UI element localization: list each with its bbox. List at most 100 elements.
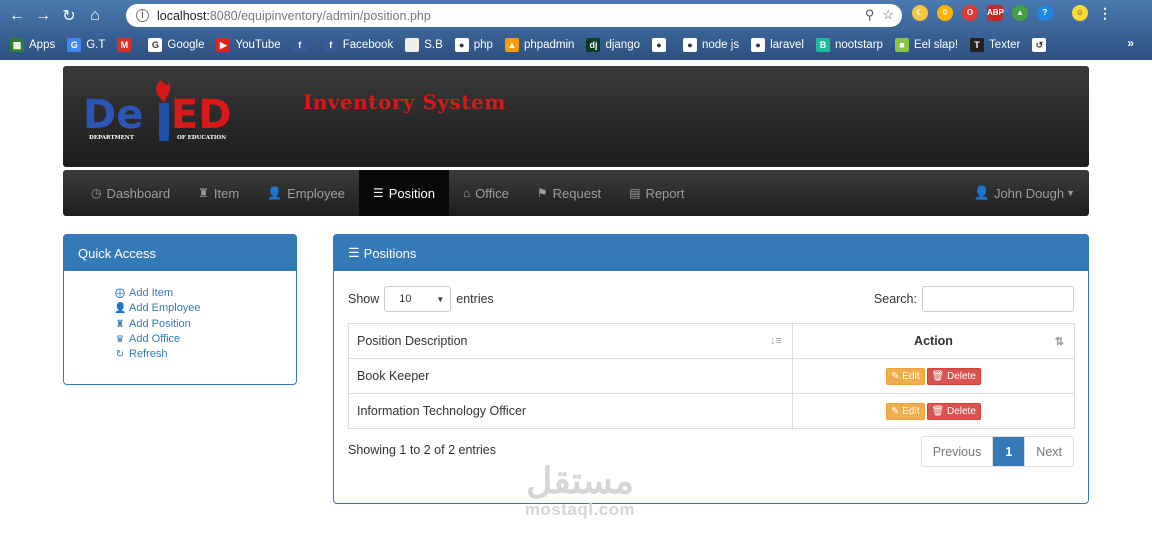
edit-button[interactable]: ✎ Edit	[886, 402, 925, 420]
puzzle-extension-icon[interactable]: ▲	[1012, 5, 1028, 21]
home-icon[interactable]: ⌂	[82, 7, 108, 25]
adblock-extension-icon[interactable]: ABP	[987, 5, 1004, 21]
info-icon[interactable]: i	[136, 9, 149, 22]
nav-item-report[interactable]: ▤ Report	[615, 170, 698, 216]
bookmarks-more-button[interactable]: »	[1127, 36, 1134, 50]
positions-panel: ☰ Positions Show 10 ▼ entries Search: Po…	[333, 234, 1089, 504]
translate-icon: G	[67, 37, 82, 52]
quick-access-add-employee[interactable]: 👤 Add Employee	[114, 301, 296, 316]
quick-access-refresh[interactable]: ↻ Refresh	[114, 347, 296, 362]
pagination: Previous 1 Next	[920, 436, 1074, 467]
menu-icon[interactable]: ⋮	[1097, 5, 1113, 21]
office-icon: ♛	[115, 333, 125, 345]
bookmark-item[interactable]: G G.T	[67, 37, 105, 52]
quick-access-add-item[interactable]: ⨁ Add Item	[114, 286, 296, 301]
forward-icon[interactable]: →	[30, 7, 56, 25]
django-icon: dj	[586, 37, 601, 52]
bookmark-item[interactable]: Bnootstarp	[815, 37, 883, 52]
nav-item-request[interactable]: ⚑ Request	[523, 170, 615, 216]
nav-item-label: Request	[552, 185, 602, 201]
extensions: ☾ 0 O ABP ▲ ? ☺ ⋮	[912, 5, 1113, 21]
refresh-icon: ↻	[115, 349, 125, 361]
browser-chrome: ← → ↻ ⌂ i localhost: 8080/equipinventory/…	[0, 0, 1152, 60]
positions-table: Position Description ↓≡ Action ⇅ Book Ke…	[348, 323, 1075, 429]
previous-button[interactable]: Previous	[922, 437, 993, 466]
watermark-latin: mostaql.com	[524, 500, 636, 519]
profile-avatar-icon[interactable]: ☺	[1072, 5, 1088, 21]
reload-icon[interactable]: ↻	[56, 6, 82, 26]
quick-access-list: ⨁ Add Item 👤 Add Employee ♜ Add Position ♛ Add …	[64, 271, 296, 362]
show-label: Show	[348, 292, 380, 306]
nav-item-item[interactable]: ♜ Item	[184, 170, 253, 216]
entries-select[interactable]: 10 ▼	[384, 286, 452, 312]
bookmark-item[interactable]: ●	[652, 37, 671, 52]
texter-icon: T	[970, 37, 985, 52]
search-label: Search:	[873, 292, 917, 306]
quick-access-add-position[interactable]: ♜ Add Position	[114, 317, 296, 332]
trash-icon: 🗑	[931, 405, 945, 417]
edit-button[interactable]: ✎ Edit	[886, 367, 925, 385]
tags-icon: ⚑	[536, 186, 548, 200]
next-button[interactable]: Next	[1024, 437, 1073, 466]
bookmark-item[interactable]: ■ Eel slap!	[894, 37, 958, 52]
nav-item-dashboard[interactable]: ◷ Dashboard	[77, 170, 184, 216]
bookmark-item[interactable]: M	[117, 37, 136, 52]
quick-access-add-office[interactable]: ♛ Add Office	[114, 332, 296, 347]
history-icon: ↺	[1032, 37, 1047, 52]
table-info: Showing 1 to 2 of 2 entries	[348, 443, 497, 457]
page-icon	[405, 37, 420, 52]
bookmark-item[interactable]: S.B	[405, 37, 443, 52]
extension-icon[interactable]: 0	[937, 5, 953, 21]
column-header-label: Position Description	[357, 334, 468, 348]
url-path: 8080/equipinventory/admin/position.php	[209, 8, 431, 23]
globe-icon: ●	[683, 37, 697, 52]
bookmark-item[interactable]: ● node js	[683, 37, 739, 52]
user-menu[interactable]: 👤 John Dough ▼	[974, 170, 1075, 216]
table-row: Information Technology Officer ✎ Edit 🗑 De…	[348, 393, 1075, 429]
position-icon: ♜	[115, 318, 125, 330]
bookmark-item[interactable]: f	[292, 37, 312, 52]
delete-button[interactable]: 🗑 Delete	[926, 402, 981, 420]
bookmark-item[interactable]: ▦ Apps	[10, 37, 56, 52]
google-icon: G	[148, 37, 163, 52]
opera-extension-icon[interactable]: O	[962, 5, 978, 21]
bookmark-item[interactable]: ↺	[1032, 37, 1051, 52]
delete-button[interactable]: 🗑 Delete	[926, 367, 981, 385]
key-icon[interactable]: ⚲	[865, 7, 875, 23]
help-extension-icon[interactable]: ?	[1037, 5, 1053, 21]
address-bar[interactable]: i localhost: 8080/equipinventory/admin/po…	[126, 4, 902, 27]
bookmark-label: YouTube	[235, 38, 281, 51]
edit-icon: ✎	[891, 370, 900, 382]
bookmark-label: Google	[167, 38, 205, 51]
table-header-row: Position Description ↓≡ Action ⇅	[348, 323, 1075, 359]
bookmark-label: django	[605, 38, 640, 51]
bookmark-item[interactable]: dj django	[586, 37, 640, 52]
watermark-arabic: مستقل	[526, 460, 634, 501]
moon-extension-icon[interactable]: ☾	[912, 5, 928, 21]
quick-access-label: Add Position	[129, 317, 191, 330]
back-icon[interactable]: ←	[4, 7, 30, 25]
bookmark-item[interactable]: ▶ YouTube	[216, 37, 281, 52]
dashboard-icon: ◷	[91, 186, 102, 200]
bookmark-item[interactable]: G Google	[148, 37, 205, 52]
positions-panel-head: ☰ Positions	[334, 235, 1088, 271]
page-1-button[interactable]: 1	[992, 437, 1025, 466]
nav-item-employee[interactable]: 👤 Employee	[253, 170, 359, 216]
bookmark-label: Apps	[29, 38, 56, 51]
nav-item-office[interactable]: ⌂ Office	[449, 170, 523, 216]
bookmark-item[interactable]: T Texter	[970, 37, 1020, 52]
bookmark-item[interactable]: ● php	[454, 37, 493, 52]
column-header-description[interactable]: Position Description ↓≡	[348, 323, 793, 359]
bookmark-item[interactable]: ▲ phpadmin	[504, 37, 574, 52]
star-icon[interactable]: ☆	[882, 7, 894, 23]
user-icon: 👤	[114, 303, 127, 315]
globe-icon: ●	[652, 37, 666, 52]
bookmark-item[interactable]: f Facebook	[323, 37, 393, 52]
globe-icon: ●	[454, 37, 469, 52]
column-header-action[interactable]: Action ⇅	[792, 323, 1075, 359]
nav-item-position[interactable]: ☰ Position	[358, 170, 449, 216]
quick-access-label: Add Office	[129, 332, 181, 345]
sort-icon: ⇅	[1054, 336, 1064, 348]
search-input[interactable]	[922, 286, 1074, 312]
bookmark-item[interactable]: ● laravel	[751, 37, 804, 52]
